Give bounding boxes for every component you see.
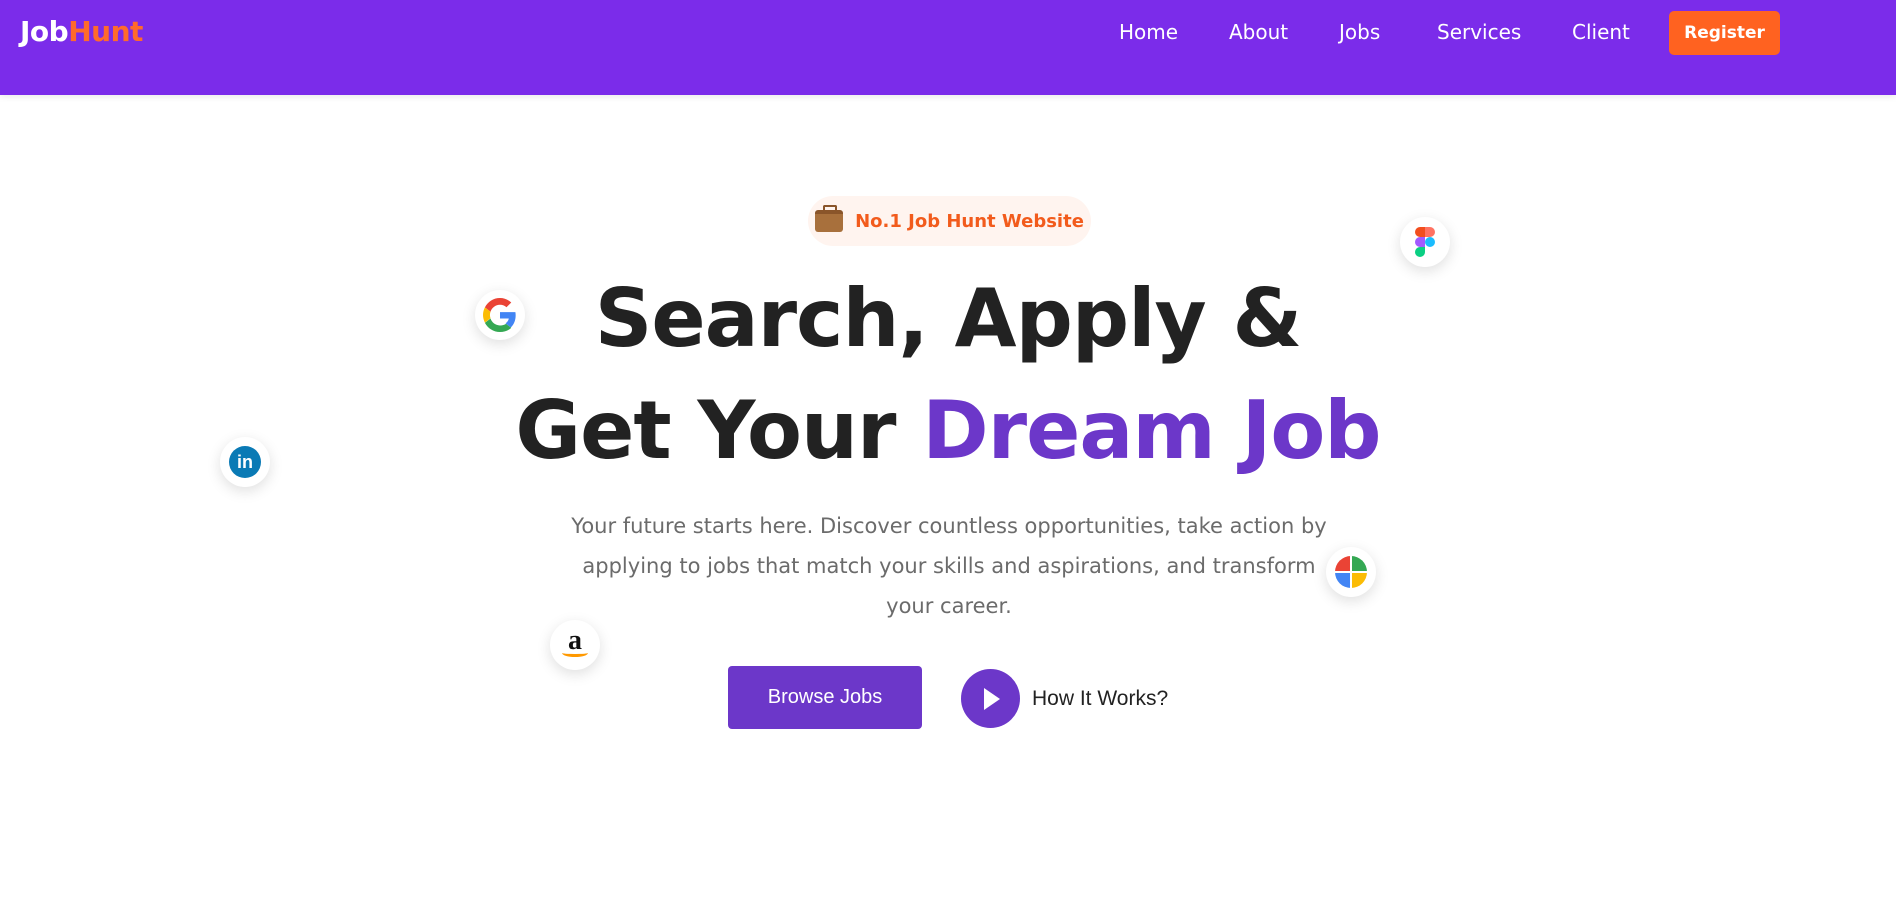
figma-icon	[1400, 217, 1450, 267]
nav-services-link[interactable]: Services	[1437, 20, 1521, 44]
linkedin-mark: in	[229, 446, 261, 478]
nav-home-link[interactable]: Home	[1119, 20, 1178, 44]
figma-logo-svg	[1415, 227, 1435, 257]
nav-about-link[interactable]: About	[1229, 20, 1288, 44]
linkedin-icon: in	[220, 437, 270, 487]
briefcase-icon	[815, 205, 844, 232]
register-button[interactable]: Register	[1669, 11, 1780, 55]
nav-jobs-link[interactable]: Jobs	[1339, 20, 1380, 44]
hero-subtitle: Your future starts here. Discover countl…	[571, 514, 1327, 618]
play-icon[interactable]	[961, 669, 1020, 728]
logo[interactable]: JobHunt	[20, 14, 143, 50]
how-it-works-label: How It Works?	[1032, 686, 1169, 710]
headline-line-1: Search, Apply &	[594, 272, 1303, 365]
top-navbar: JobHunt Home About Jobs Services Client …	[0, 0, 1896, 95]
amazon-icon: a	[550, 620, 600, 670]
google-icon	[475, 290, 525, 340]
headline-plain: Get Your	[515, 384, 896, 477]
windows-logo-svg	[1335, 556, 1367, 588]
badge-text: No.1 Job Hunt Website	[855, 210, 1084, 232]
logo-part-job: Job	[20, 15, 69, 48]
headline-line-2: Get Your Dream Job	[0, 384, 1896, 477]
headline-accent: Dream Job	[922, 384, 1381, 477]
how-it-works-button[interactable]: How It Works?	[961, 669, 1168, 728]
windows-icon	[1326, 547, 1376, 597]
browse-jobs-button[interactable]: Browse Jobs	[728, 666, 922, 729]
nav-client-link[interactable]: Client	[1572, 20, 1630, 44]
logo-part-hunt: Hunt	[68, 15, 143, 48]
hero-badge: No.1 Job Hunt Website	[808, 196, 1091, 246]
amazon-smile	[562, 649, 588, 657]
google-logo-svg	[483, 298, 516, 332]
